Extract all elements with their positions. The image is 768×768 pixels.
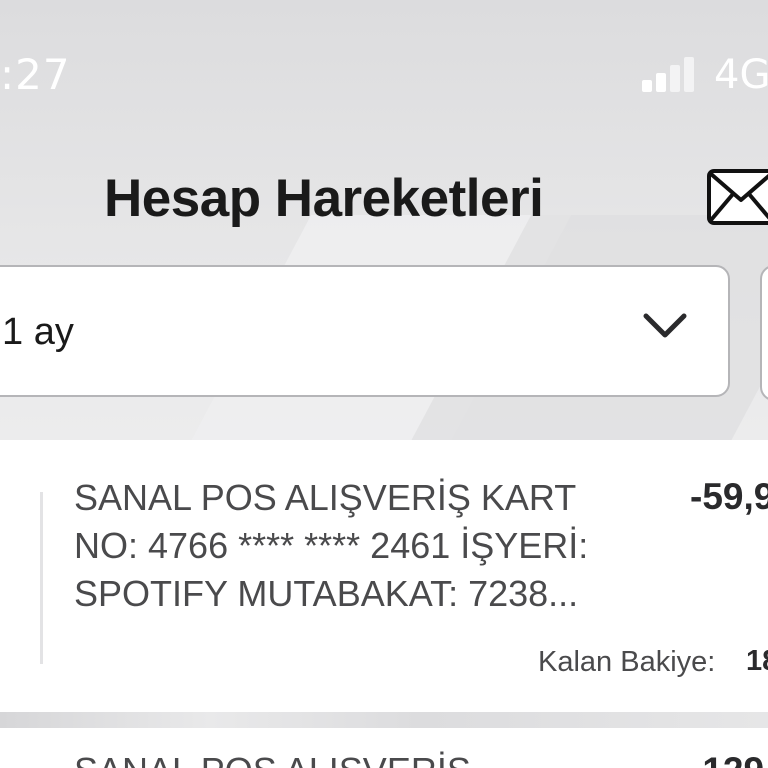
timeline-divider xyxy=(40,492,43,664)
remaining-balance-value: 18 xyxy=(746,645,768,677)
screen: :27 4G Hesap Hareketleri 1 ay SANAL POS … xyxy=(0,0,768,768)
transaction-amount: -59,9 xyxy=(690,476,768,517)
signal-strength-icon xyxy=(642,56,698,92)
transaction-item[interactable]: SANAL POS ALIŞVERİŞ KART NO: 4766 **** *… xyxy=(0,440,768,712)
filter-side-button[interactable] xyxy=(760,265,768,401)
list-separator xyxy=(0,712,768,728)
envelope-icon[interactable] xyxy=(706,168,768,226)
transaction-description-line: SPOTIFY MUTABAKAT: 7238... xyxy=(74,573,579,614)
page-title: Hesap Hareketleri xyxy=(104,169,544,228)
transaction-description: SANAL POS ALIŞVERİŞ KART NO: 4766 **** *… xyxy=(74,474,674,618)
remaining-balance-label: Kalan Bakiye: xyxy=(538,646,716,678)
period-selected-value: 1 ay xyxy=(2,311,74,353)
chevron-down-icon xyxy=(642,311,688,341)
period-dropdown[interactable]: 1 ay xyxy=(0,265,730,397)
transaction-description-line: SANAL POS ALIŞVERİŞ KART xyxy=(74,477,577,518)
network-type: 4G xyxy=(714,52,768,98)
transaction-description-line: NO: 4766 **** **** 2461 İŞYERİ: xyxy=(74,525,589,566)
transaction-item[interactable]: SANAL POS ALIŞVERİŞ -129,9 xyxy=(0,728,768,768)
transaction-description: SANAL POS ALIŞVERİŞ xyxy=(74,750,471,768)
status-time: :27 xyxy=(0,50,71,99)
transaction-amount: -129,9 xyxy=(690,750,768,768)
